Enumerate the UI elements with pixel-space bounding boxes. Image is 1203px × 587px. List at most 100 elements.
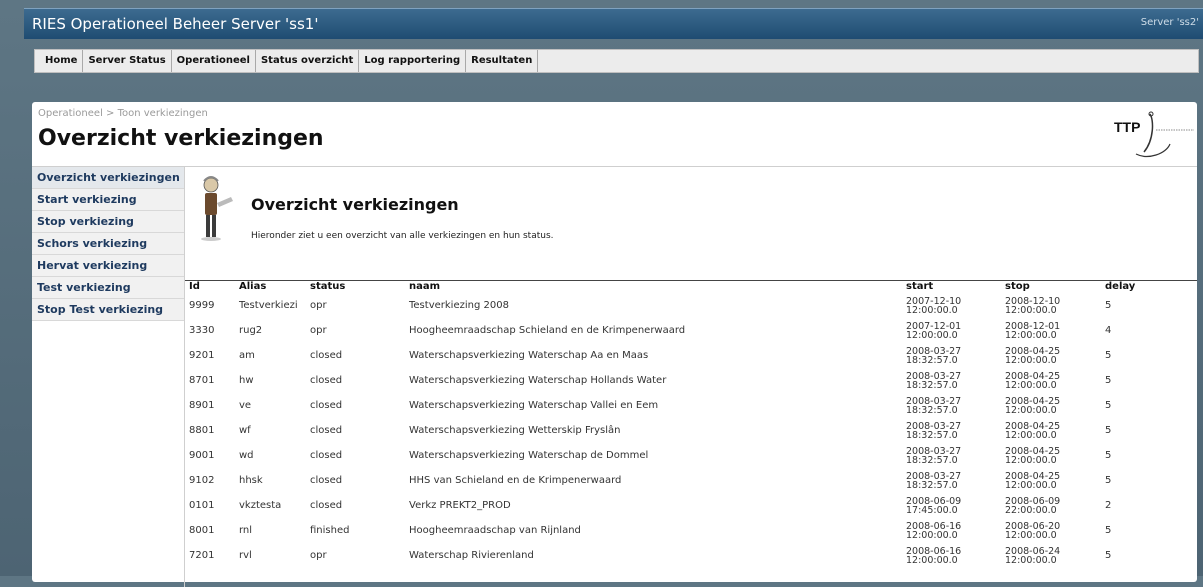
cell-alias: hhsk [239,475,263,486]
cell-id: 9001 [189,450,215,461]
cell-stop-time: 12:00:00.0 [1005,479,1057,491]
cell-alias: wd [239,450,254,461]
ttp-logo-icon: TTP [1114,111,1194,157]
table-row: 7201 rvl opr Waterschap Rivierenland 2008-06… [189,543,1145,568]
cell-delay: 5 [1105,425,1112,436]
cell-stop: 2008-06-24 12:00:00.0 [1005,543,1105,568]
sidebar-item-hervat-verkiezing[interactable]: Hervat verkiezing [32,255,184,277]
cell-stop-time: 22:00:00.0 [1005,504,1057,516]
cell-stop: 2008-04-25 12:00:00.0 [1005,343,1105,368]
breadcrumb: Operationeel > Toon verkiezingen [38,108,208,119]
cell-stop-time: 12:00:00.0 [1005,329,1057,341]
nav-home[interactable]: Home [35,50,84,72]
cell-id: 8801 [189,425,215,436]
cell-start: 2008-03-27 18:32:57.0 [906,393,1005,418]
table-row: 8701 hw closed Waterschapsverkiezing Waters… [189,368,1145,393]
cell-status: closed [310,400,343,411]
title-bar: RIES Operationeel Beheer Server 'ss1' Se… [24,8,1203,39]
cell-naam: Waterschapsverkiezing Waterschap Vallei … [409,400,659,411]
cell-status: finished [310,525,350,536]
ttp-logo: TTP [1114,110,1196,162]
table-row: 9001 wd closed Waterschapsverkiezing Waters… [189,443,1145,468]
cell-naam: Waterschapsverkiezing Waterschap Aa en M… [409,350,649,361]
cell-stop: 2008-04-25 12:00:00.0 [1005,443,1105,468]
cell-naam: Waterschap Rivierenland [409,550,534,561]
cell-id: 9999 [189,300,215,311]
cell-start: 2008-03-27 18:32:57.0 [906,368,1005,393]
cell-naam: Waterschapsverkiezing Waterschap de Domm… [409,450,649,461]
nav-operationeel[interactable]: Operationeel [172,50,256,72]
cell-stop-time: 12:00:00.0 [1005,554,1057,566]
col-header-stop: stop [1005,281,1030,292]
col-header-alias: Alias [239,281,267,292]
cell-start-time: 12:00:00.0 [906,529,958,541]
cell-id: 0101 [189,500,215,511]
cell-id: 8001 [189,525,215,536]
cell-naam: Testverkiezing 2008 [409,300,509,311]
cell-status: closed [310,475,343,486]
sidebar-item-stop-test-verkiezing[interactable]: Stop Test verkiezing [32,299,184,321]
nav-resultaten[interactable]: Resultaten [466,50,539,72]
table-row: 0101 vkztesta closed Verkz PREKT2_PROD 2008-… [189,493,1145,518]
nav-status-overzicht[interactable]: Status overzicht [256,50,360,72]
sidebar-item-overzicht-verkiezingen[interactable]: Overzicht verkiezingen [32,167,184,189]
cell-start: 2008-06-16 12:00:00.0 [906,518,1005,543]
sidebar-item-start-verkiezing[interactable]: Start verkiezing [32,189,184,211]
cell-stop: 2008-12-01 12:00:00.0 [1005,318,1105,343]
cell-status: opr [310,325,327,336]
cell-naam: Waterschapsverkiezing Wetterskip Fryslân [409,425,621,436]
page-title: Overzicht verkiezingen [38,126,324,151]
cell-delay: 5 [1105,300,1112,311]
sidebar: Overzicht verkiezingen Start verkiezing … [32,167,185,587]
col-header-status: status [310,281,346,292]
cell-stop-time: 12:00:00.0 [1005,454,1057,466]
cell-start: 2008-03-27 18:32:57.0 [906,418,1005,443]
cell-alias: Testverkiezi [239,300,298,311]
table-header-row: Id Alias status naam start stop delay [189,281,1145,293]
cell-stop: 2008-04-25 12:00:00.0 [1005,418,1105,443]
cell-status: opr [310,550,327,561]
sidebar-item-stop-verkiezing[interactable]: Stop verkiezing [32,211,184,233]
cell-start: 2008-03-27 18:32:57.0 [906,443,1005,468]
cell-start-time: 18:32:57.0 [906,404,958,416]
cell-delay: 5 [1105,525,1112,536]
col-header-id: Id [189,281,200,292]
col-header-naam: naam [409,281,441,292]
main-panel: Operationeel > Toon verkiezingen Overzic… [32,102,1197,587]
cell-stop-time: 12:00:00.0 [1005,404,1057,416]
sidebar-item-schors-verkiezing[interactable]: Schors verkiezing [32,233,184,255]
cell-status: closed [310,450,343,461]
cell-stop-time: 12:00:00.0 [1005,529,1057,541]
cell-id: 3330 [189,325,215,336]
cell-start: 2008-06-09 17:45:00.0 [906,493,1005,518]
cell-stop: 2008-06-20 12:00:00.0 [1005,518,1105,543]
cell-alias: vkztesta [239,500,282,511]
elections-table: Id Alias status naam start stop delay 99… [189,281,1145,568]
cell-id: 8901 [189,400,215,411]
cell-stop: 2008-04-25 12:00:00.0 [1005,468,1105,493]
table-row: 9102 hhsk closed HHS van Schieland en de Kr… [189,468,1145,493]
cell-alias: am [239,350,255,361]
nav-log-rapportering[interactable]: Log rapportering [359,50,467,72]
cell-stop: 2008-04-25 12:00:00.0 [1005,368,1105,393]
cell-start-time: 18:32:57.0 [906,354,958,366]
ttp-logo-text: TTP [1114,119,1140,135]
cell-stop-time: 12:00:00.0 [1005,379,1057,391]
cell-stop: 2008-06-09 22:00:00.0 [1005,493,1105,518]
sidebar-item-test-verkiezing[interactable]: Test verkiezing [32,277,184,299]
cell-start-time: 18:32:57.0 [906,379,958,391]
cell-start: 2008-03-27 18:32:57.0 [906,468,1005,493]
cell-start-time: 18:32:57.0 [906,429,958,441]
cell-naam: Verkz PREKT2_PROD [409,500,511,511]
cell-start: 2008-06-16 12:00:00.0 [906,543,1005,568]
cell-id: 9102 [189,475,215,486]
cell-naam: Hoogheemraadschap Schieland en de Krimpe… [409,325,686,336]
table-row: 8801 wf closed Waterschapsverkiezing Wetter… [189,418,1145,443]
mascot-icon [201,176,233,241]
cell-id: 8701 [189,375,215,386]
cell-delay: 5 [1105,550,1112,561]
nav-server-status[interactable]: Server Status [83,50,172,72]
server-label: Server 'ss2' [1140,17,1199,28]
content-description: Hieronder ziet u een overzicht van alle … [251,231,554,241]
content-area: Overzicht verkiezingen Hieronder ziet u … [185,167,1197,587]
